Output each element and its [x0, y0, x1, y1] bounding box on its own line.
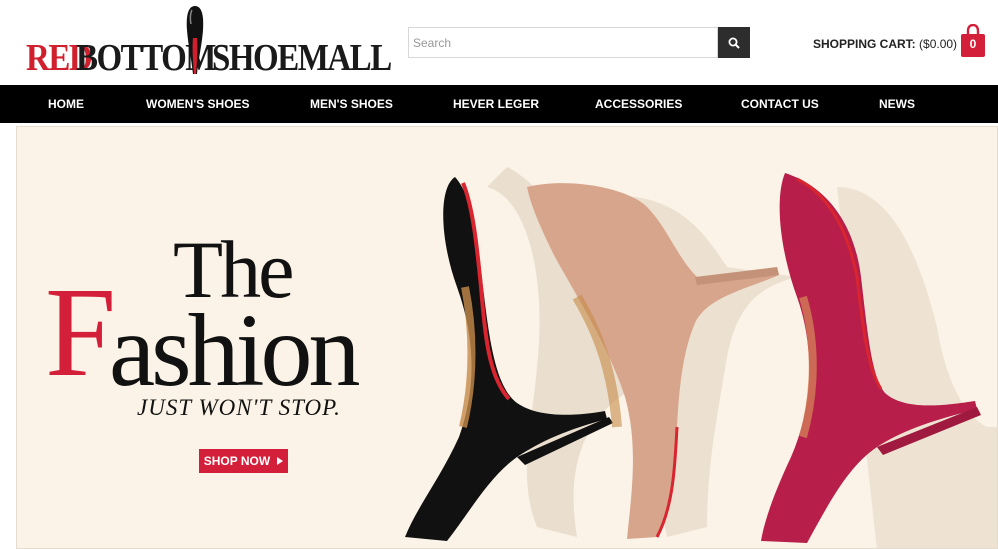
shop-now-button[interactable]: SHOP NOW: [199, 449, 288, 473]
cart-count-badge: 0: [969, 37, 977, 51]
search-button[interactable]: [718, 27, 750, 58]
shop-now-label: SHOP NOW: [203, 454, 271, 468]
cart-label-text: SHOPPING CART:: [813, 37, 916, 51]
hero-banner[interactable]: The F ashion JUST WON'T STOP. SHOP NOW: [16, 126, 998, 549]
shopping-cart[interactable]: SHOPPING CART: ($0.00) 0: [813, 24, 989, 60]
cart-total: ($0.00): [919, 37, 958, 51]
site-logo[interactable]: RED BOTTOM SHOEMALL: [26, 4, 392, 80]
search-icon: [728, 37, 740, 49]
site-header: RED BOTTOM SHOEMALL SHOPPING CART: ($0.0…: [0, 0, 998, 85]
nav-item-hever-leger[interactable]: HEVER LEGER: [453, 85, 539, 123]
shoes-image: [405, 167, 997, 548]
nav-item-mens-shoes[interactable]: MEN'S SHOES: [310, 85, 393, 123]
banner-subline: JUST WON'T STOP.: [137, 395, 341, 420]
search-bar: [408, 27, 750, 58]
main-nav: HOME WOMEN'S SHOES MEN'S SHOES HEVER LEG…: [0, 85, 998, 123]
headline-ashion: ashion: [109, 293, 361, 408]
nav-item-womens-shoes[interactable]: WOMEN'S SHOES: [146, 85, 250, 123]
nav-item-contact-us[interactable]: CONTACT US: [741, 85, 819, 123]
headline-f-letter: F: [45, 261, 117, 403]
nav-item-accessories[interactable]: ACCESSORIES: [595, 85, 682, 123]
nav-item-news[interactable]: NEWS: [879, 85, 915, 123]
pink-shoe-lining: [799, 295, 817, 439]
search-input[interactable]: [408, 27, 718, 58]
caret-right-icon: [277, 457, 284, 465]
nav-item-home[interactable]: HOME: [48, 85, 84, 123]
heel-shoe-icon: [186, 6, 204, 74]
cart-label: SHOPPING CART: ($0.00): [813, 37, 957, 51]
logo-shoemall-text: SHOEMALL: [212, 38, 392, 80]
